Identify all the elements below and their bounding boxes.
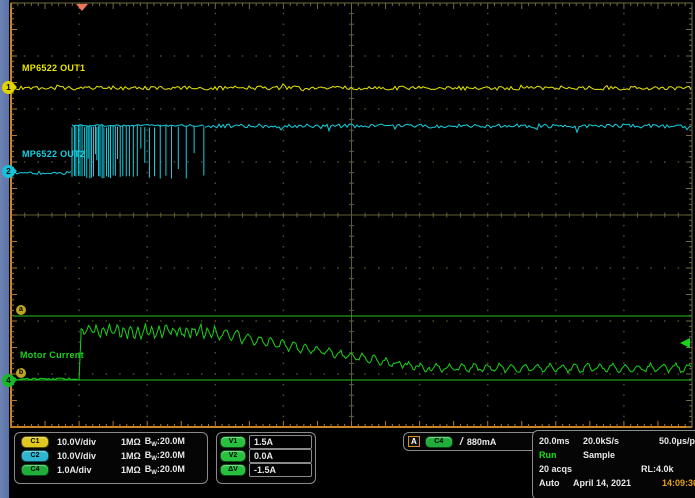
date-row: Auto April 14, 2021 14:09:36 <box>539 476 695 490</box>
ch2-trace-burst <box>72 125 204 179</box>
oscilloscope-screen: MP6522 OUT1 MP6522 OUT2 Motor Current 1 … <box>0 0 695 498</box>
acq-count-row: 20 acqs RL:4.0k <box>539 462 695 476</box>
ch2-trace-high <box>205 124 691 132</box>
trigger-mode: Auto <box>539 478 573 488</box>
ch1-trace-label: MP6522 OUT1 <box>22 63 85 73</box>
run-state: Run <box>539 450 583 460</box>
cursor-b-marker[interactable]: b <box>16 368 26 378</box>
acquisition-box[interactable]: 20.0ms 20.0kS/s 50.0μs/pt Run Sample 20 … <box>532 430 695 498</box>
trigger-source-badge[interactable]: C4 <box>425 436 453 448</box>
v1-value: 1.5A <box>249 435 312 449</box>
timebase-row: 20.0ms 20.0kS/s 50.0μs/pt <box>539 434 695 448</box>
ch2-badge[interactable]: C2 <box>21 450 49 462</box>
ch4-bandwidth: BW:20.0M <box>145 464 185 476</box>
ch2-position-marker[interactable]: 2 <box>2 165 15 178</box>
ch2-trace-burst-top <box>72 125 204 127</box>
ch2-trace-baseline <box>13 172 71 175</box>
dv-badge[interactable]: ΔV <box>220 464 246 476</box>
trigger-level-arrow[interactable] <box>680 338 690 348</box>
cursor-readout-box[interactable]: V1 1.5A V2 0.0A ΔV -1.5A <box>216 432 316 484</box>
dv-value: -1.5A <box>249 463 312 477</box>
screen-bezel-left <box>0 0 9 498</box>
sample-resolution: 50.0μs/pt <box>641 436 695 446</box>
cursor-row-v2: V2 0.0A <box>220 449 312 463</box>
cursor-a-marker[interactable]: a <box>16 305 26 315</box>
ch1-bandwidth: BW:20.0M <box>145 436 185 448</box>
ch4-impedance: 1MΩ <box>121 465 141 475</box>
trigger-position-marker[interactable] <box>76 4 88 11</box>
channel-row-c1[interactable]: C1 10.0V/div 1MΩ BW:20.0M <box>15 435 207 449</box>
cursor-row-dv: ΔV -1.5A <box>220 463 312 477</box>
time: 14:09:36 <box>631 478 695 488</box>
cursor-row-v1: V1 1.5A <box>220 435 312 449</box>
channel-row-c2[interactable]: C2 10.0V/div 1MΩ BW:20.0M <box>15 449 207 463</box>
channel-row-c4[interactable]: C4 1.0A/div 1MΩ BW:20.0M <box>15 463 207 477</box>
trigger-readout-box[interactable]: A C4 / 880mA <box>403 432 547 451</box>
ch4-trace-label: Motor Current <box>20 350 84 360</box>
ch1-impedance: 1MΩ <box>121 437 141 447</box>
channel-settings-box[interactable]: C1 10.0V/div 1MΩ BW:20.0M C2 10.0V/div 1… <box>14 432 208 484</box>
ch4-position-marker[interactable]: 4 <box>2 374 15 387</box>
record-length: RL:4.0k <box>641 464 674 474</box>
trigger-slope-icon: / <box>460 436 463 448</box>
ch1-position-marker[interactable]: 1 <box>2 81 15 94</box>
ch2-bandwidth: BW:20.0M <box>145 450 185 462</box>
v1-badge[interactable]: V1 <box>220 436 246 448</box>
ch1-badge[interactable]: C1 <box>21 436 49 448</box>
ch1-scale: 10.0V/div <box>57 437 113 447</box>
v2-value: 0.0A <box>249 449 312 463</box>
ch4-scale: 1.0A/div <box>57 465 113 475</box>
sample-rate: 20.0kS/s <box>583 436 641 446</box>
graticule-and-traces <box>0 0 695 498</box>
v2-badge[interactable]: V2 <box>220 450 246 462</box>
timebase-scale: 20.0ms <box>539 436 583 446</box>
ch4-badge[interactable]: C4 <box>21 464 49 476</box>
trigger-mode-badge[interactable]: A <box>408 436 420 447</box>
acq-count: 20 acqs <box>539 464 641 474</box>
ch2-scale: 10.0V/div <box>57 451 113 461</box>
graticule-grid <box>10 3 692 427</box>
acq-state-row: Run Sample <box>539 448 695 462</box>
ch2-impedance: 1MΩ <box>121 451 141 461</box>
acq-mode: Sample <box>583 450 641 460</box>
date: April 14, 2021 <box>573 478 631 488</box>
trigger-level: 880mA <box>467 437 497 447</box>
ch2-trace-label: MP6522 OUT2 <box>22 149 85 159</box>
